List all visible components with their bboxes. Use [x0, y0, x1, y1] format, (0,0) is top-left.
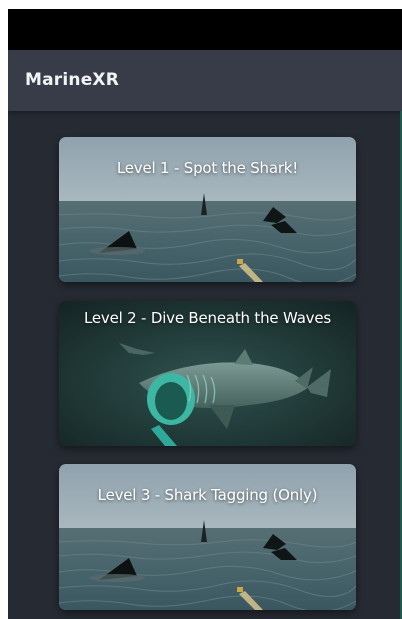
level-card-3[interactable]: Level 3 - Shark Tagging (Only) — [59, 464, 356, 610]
level-card-2[interactable]: Level 2 - Dive Beneath the Waves — [59, 301, 356, 446]
app-title: MarineXR — [25, 70, 120, 90]
level-3-label: Level 3 - Shark Tagging (Only) — [97, 486, 318, 504]
status-bar — [8, 9, 402, 50]
level-2-label: Level 2 - Dive Beneath the Waves — [83, 309, 332, 327]
level-list: Level 1 - Spot the Shark! Level 2 - Dive… — [8, 111, 402, 619]
level-1-label: Level 1 - Spot the Shark! — [116, 159, 299, 177]
app-screen: MarineXR Level 1 - Spot the Shark! Level… — [8, 9, 402, 619]
app-bar: MarineXR — [8, 50, 402, 111]
level-card-1[interactable]: Level 1 - Spot the Shark! — [59, 137, 356, 282]
